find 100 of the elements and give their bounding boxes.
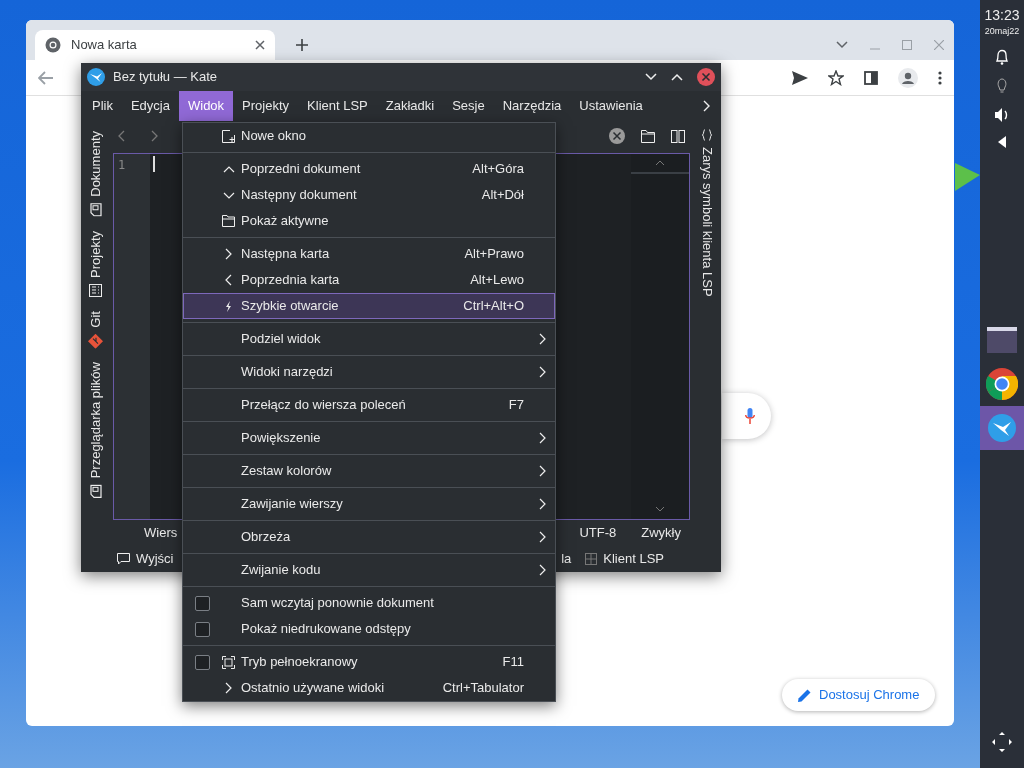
menu-item[interactable]: Następny dokument Alt+Dół bbox=[183, 182, 555, 208]
status-text: Wiers bbox=[144, 524, 178, 543]
panel-tab[interactable]: Klient LSP bbox=[585, 549, 664, 569]
taskbar-item[interactable] bbox=[980, 405, 1024, 450]
menu-item[interactable]: Ostatnio używane widoki Ctrl+Tabulator bbox=[183, 675, 555, 701]
speech-bubble-icon bbox=[117, 553, 130, 565]
chevron-up-icon bbox=[655, 160, 665, 166]
more-icon[interactable] bbox=[938, 70, 942, 85]
chrome-logo-icon bbox=[986, 367, 1018, 400]
bell-icon[interactable] bbox=[995, 48, 1009, 65]
grid-icon bbox=[585, 553, 598, 565]
chevron-right-icon bbox=[538, 564, 546, 576]
fullscreen-icon bbox=[222, 655, 235, 669]
menu-item[interactable]: Podziel widok bbox=[183, 326, 555, 352]
chevron-right-icon bbox=[225, 248, 232, 260]
list-icon bbox=[89, 283, 103, 297]
menu-item[interactable]: Szybkie otwarcie Ctrl+Alt+O bbox=[183, 293, 555, 319]
search-box[interactable] bbox=[722, 393, 771, 439]
chevron-right-icon bbox=[538, 366, 546, 378]
menu-item[interactable]: Zawijanie wierszy bbox=[183, 491, 555, 517]
chevron-down-icon[interactable] bbox=[836, 41, 848, 49]
checkbox[interactable] bbox=[194, 621, 210, 637]
document-icon bbox=[90, 484, 102, 499]
bird-logo-icon bbox=[988, 413, 1016, 442]
menu-item[interactable]: Ustawienia bbox=[570, 91, 652, 121]
chevron-right-icon bbox=[538, 432, 546, 444]
menu-item[interactable]: Poprzedni dokument Alt+Góra bbox=[183, 156, 555, 182]
menu-item[interactable]: Plik bbox=[83, 91, 122, 121]
chevron-up-icon[interactable] bbox=[671, 73, 683, 81]
star-icon[interactable] bbox=[828, 69, 844, 86]
menu-item[interactable]: Sesje bbox=[443, 91, 494, 121]
diamond-icon bbox=[88, 333, 104, 349]
chevron-right-icon bbox=[538, 531, 546, 543]
folder-icon bbox=[222, 215, 235, 227]
speaker-icon[interactable] bbox=[994, 106, 1010, 123]
side-panel-icon[interactable] bbox=[864, 70, 878, 85]
chevron-up-icon bbox=[222, 165, 235, 173]
new-tab-icon[interactable] bbox=[295, 38, 309, 52]
sidebar-tab[interactable]: Git bbox=[81, 304, 111, 355]
send-icon[interactable] bbox=[792, 70, 808, 85]
menu-item[interactable]: Zestaw kolorów bbox=[183, 458, 555, 484]
window-title: Bez tytułu — Kate bbox=[113, 68, 219, 87]
panel-tab[interactable]: la bbox=[561, 549, 572, 569]
chevron-left-icon[interactable] bbox=[117, 130, 125, 142]
profile-icon[interactable] bbox=[898, 67, 918, 88]
sidebar-tab[interactable]: Dokumenty bbox=[81, 125, 111, 223]
expand-arrow-icon[interactable] bbox=[998, 135, 1006, 148]
close-icon[interactable] bbox=[609, 128, 625, 144]
folder-icon bbox=[987, 326, 1017, 353]
menu-item[interactable]: Przełącz do wiersza poleceń F7 bbox=[183, 392, 555, 418]
sidebar-tab[interactable]: Zarys symboli klienta LSP bbox=[693, 125, 721, 301]
new-window-icon bbox=[222, 129, 235, 143]
menu-item[interactable]: Pokaż niedrukowane odstępy bbox=[183, 616, 555, 642]
menu-item[interactable]: Pokaż aktywne bbox=[183, 208, 555, 234]
checkbox[interactable] bbox=[194, 595, 210, 611]
back-arrow-icon[interactable] bbox=[38, 70, 54, 85]
close-icon[interactable] bbox=[255, 40, 265, 50]
status-text: Zwykły bbox=[641, 524, 681, 543]
braces-icon bbox=[702, 129, 712, 141]
menu-item[interactable]: Zakładki bbox=[376, 91, 444, 121]
menu-item[interactable]: Nowe okno bbox=[183, 123, 555, 149]
chevron-down-icon bbox=[655, 506, 665, 512]
bird-logo-icon bbox=[87, 68, 105, 86]
browser-tab[interactable]: Nowa karta bbox=[35, 30, 275, 60]
move-arrows-icon[interactable] bbox=[990, 730, 1014, 754]
text-cursor bbox=[153, 156, 155, 172]
chevron-right-icon bbox=[538, 333, 546, 345]
menu-item[interactable]: Poprzednia karta Alt+Lewo bbox=[183, 267, 555, 293]
menu-item[interactable]: Obrzeża bbox=[183, 524, 555, 550]
chevron-right-icon bbox=[225, 682, 232, 694]
microphone-icon[interactable] bbox=[745, 408, 755, 424]
lightning-icon bbox=[225, 300, 232, 312]
menu-item[interactable]: Klient LSP bbox=[298, 91, 377, 121]
chevron-down-icon bbox=[222, 191, 235, 199]
menu-item[interactable]: Zwijanie kodu bbox=[183, 557, 555, 583]
customize-button[interactable]: Dostosuj Chrome bbox=[782, 679, 936, 711]
menu-item[interactable]: Następna karta Alt+Prawo bbox=[183, 241, 555, 267]
checkbox[interactable] bbox=[194, 654, 210, 670]
menu-item[interactable]: Narzędzia bbox=[493, 91, 571, 121]
clock-date: 20maj22 bbox=[983, 25, 1021, 38]
light-bulb-icon[interactable] bbox=[997, 77, 1007, 94]
menu-item[interactable]: Widok bbox=[179, 91, 234, 121]
menu-item[interactable]: Projekty bbox=[233, 91, 299, 121]
clock-time[interactable]: 13:23 bbox=[980, 0, 1024, 22]
folder-icon[interactable] bbox=[641, 129, 655, 143]
sidebar-tab[interactable]: Projekty bbox=[81, 224, 111, 303]
chevron-left-icon bbox=[225, 274, 232, 286]
menu-item[interactable]: Powiększenie bbox=[183, 425, 555, 451]
line-number: 1 bbox=[118, 157, 127, 174]
status-text: UTF-8 bbox=[579, 524, 617, 543]
chevron-right-icon bbox=[538, 498, 546, 510]
menu-item[interactable]: Widoki narzędzi bbox=[183, 359, 555, 385]
menu-item[interactable]: Edycja bbox=[121, 91, 179, 121]
split-view-icon[interactable] bbox=[671, 129, 685, 143]
menu-item[interactable]: Tryb pełnoekranowy F11 bbox=[183, 649, 555, 675]
sidebar-tab[interactable]: Przeglądarka plików bbox=[81, 356, 111, 505]
close-icon[interactable] bbox=[697, 68, 715, 86]
menu-item[interactable]: Sam wczytaj ponownie dokument bbox=[183, 590, 555, 616]
panel-tab[interactable]: Wyjści bbox=[117, 549, 174, 569]
chevron-right-icon bbox=[538, 465, 546, 477]
